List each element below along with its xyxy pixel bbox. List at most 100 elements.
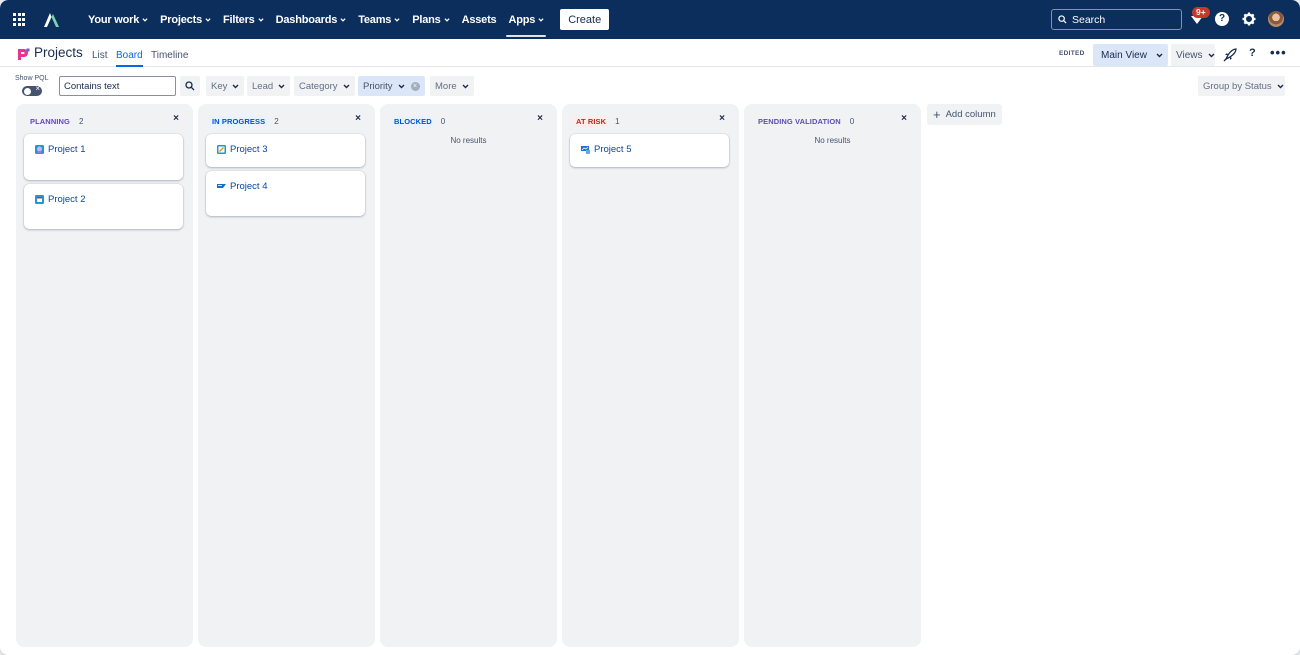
card-title-text[interactable]: Project 5 xyxy=(594,144,632,155)
board-column-blocked: BLOCKED 0 × No results xyxy=(380,104,557,647)
nav-item-apps[interactable]: Apps xyxy=(502,0,550,39)
column-header: BLOCKED 0 xyxy=(392,116,445,127)
projects-logo-icon xyxy=(18,48,30,60)
search-button[interactable] xyxy=(180,76,200,96)
tab-list[interactable]: List xyxy=(92,50,108,61)
nav-menu: Your work Projects Filters Dashboards Teams P… xyxy=(82,0,550,39)
nav-item-filters[interactable]: Filters xyxy=(217,0,270,39)
board-column-in-progress: IN PROGRESS 2 × Project 3 Project 4 xyxy=(198,104,375,647)
nav-item-dashboards[interactable]: Dashboards xyxy=(270,0,353,39)
chevron-down-icon xyxy=(340,17,346,22)
user-avatar[interactable] xyxy=(1268,11,1284,27)
edited-badge: EDITED xyxy=(1059,50,1085,57)
project-card[interactable]: Project 4 xyxy=(206,171,365,216)
column-status-lozenge: PLANNING xyxy=(28,116,72,127)
sap-icon xyxy=(217,184,226,188)
create-button[interactable]: Create xyxy=(560,9,610,30)
filter-key-dropdown[interactable]: Key xyxy=(206,76,245,96)
page-title: Projects xyxy=(34,45,83,60)
atlassian-logo-icon[interactable] xyxy=(42,11,60,29)
nav-item-plans[interactable]: Plans xyxy=(406,0,455,39)
more-options-icon[interactable]: ••• xyxy=(1270,45,1287,60)
card-title: Project 3 xyxy=(217,144,268,155)
filter-label: Category xyxy=(299,80,338,92)
group-by-label: Group by Status xyxy=(1203,80,1272,92)
notepad-icon xyxy=(217,145,226,154)
nav-item-label: Projects xyxy=(160,13,202,26)
views-dropdown[interactable]: Views xyxy=(1171,44,1215,66)
card-title: Project 1 xyxy=(35,144,86,155)
show-pql-label: Show PQL xyxy=(15,75,49,82)
card-title-text[interactable]: Project 2 xyxy=(48,194,86,205)
nav-item-label: Assets xyxy=(461,13,497,26)
add-column-label: Add column xyxy=(945,109,996,120)
rocket-icon[interactable] xyxy=(1223,48,1237,62)
help-icon[interactable]: ? xyxy=(1215,12,1229,26)
chevron-down-icon xyxy=(258,17,264,22)
app-switcher-icon[interactable] xyxy=(13,12,27,27)
filter-label: More xyxy=(435,80,457,92)
chart-doc-icon xyxy=(581,146,590,154)
chevron-down-icon xyxy=(462,84,469,88)
chevron-down-icon xyxy=(205,17,211,22)
close-column-icon[interactable]: × xyxy=(537,113,543,124)
card-title-text[interactable]: Project 1 xyxy=(48,144,86,155)
search-input[interactable]: Search xyxy=(1051,9,1182,30)
close-column-icon[interactable]: × xyxy=(173,113,179,124)
app-window: Your work Projects Filters Dashboards Teams P… xyxy=(0,0,1300,655)
filter-label: Lead xyxy=(252,80,274,92)
chevron-down-icon xyxy=(444,17,450,22)
contains-text-input[interactable] xyxy=(59,76,176,96)
chevron-down-icon xyxy=(398,84,405,88)
nav-item-label: Filters xyxy=(222,13,255,26)
filter-priority-dropdown[interactable]: Priority × xyxy=(358,76,425,96)
column-status-lozenge: BLOCKED xyxy=(392,116,434,127)
column-count: 2 xyxy=(274,117,279,126)
filter-category-dropdown[interactable]: Category xyxy=(294,76,355,96)
project-header: Projects List Board Timeline EDITED Main… xyxy=(0,39,1300,67)
project-card[interactable]: Project 5 xyxy=(570,134,729,167)
chevron-down-icon xyxy=(538,17,544,22)
column-status-lozenge: AT RISK xyxy=(574,116,609,127)
nav-item-label: Apps xyxy=(508,13,536,26)
board-column-at-risk: AT RISK 1 × Project 5 xyxy=(562,104,739,647)
nav-item-assets[interactable]: Assets xyxy=(456,0,503,39)
nav-item-projects[interactable]: Projects xyxy=(154,0,217,39)
clear-filter-icon[interactable]: × xyxy=(410,81,420,91)
card-title: Project 4 xyxy=(217,181,268,192)
close-column-icon[interactable]: × xyxy=(719,113,725,124)
column-header: PLANNING 2 xyxy=(28,116,83,127)
close-column-icon[interactable]: × xyxy=(901,113,907,124)
project-card[interactable]: Project 2 xyxy=(24,184,183,229)
tab-timeline[interactable]: Timeline xyxy=(151,50,188,61)
close-column-icon[interactable]: × xyxy=(355,113,361,124)
filter-more-dropdown[interactable]: More xyxy=(430,76,474,96)
column-header: AT RISK 1 xyxy=(574,116,620,127)
notification-badge: 9+ xyxy=(1192,7,1210,18)
nav-item-teams[interactable]: Teams xyxy=(352,0,406,39)
add-column-button[interactable]: + Add column xyxy=(927,104,1002,125)
chevron-down-icon xyxy=(278,84,285,88)
project-card[interactable]: Project 3 xyxy=(206,134,365,167)
help-icon[interactable]: ? xyxy=(1249,47,1256,59)
filter-lead-dropdown[interactable]: Lead xyxy=(247,76,291,96)
card-title-text[interactable]: Project 4 xyxy=(230,181,268,192)
chevron-down-icon xyxy=(1208,53,1214,57)
nav-item-your-work[interactable]: Your work xyxy=(82,0,154,39)
project-card[interactable]: Project 1 xyxy=(24,134,183,180)
no-results-text: No results xyxy=(814,136,851,145)
nav-item-label: Teams xyxy=(358,13,392,26)
box-icon xyxy=(35,195,44,204)
chevron-down-icon xyxy=(142,17,148,22)
filter-label: Key xyxy=(211,80,228,92)
chevron-down-icon xyxy=(1156,53,1163,57)
column-status-lozenge: IN PROGRESS xyxy=(210,116,268,127)
show-pql-toggle[interactable] xyxy=(22,84,42,96)
card-title-text[interactable]: Project 3 xyxy=(230,144,268,155)
chevron-down-icon xyxy=(394,17,400,22)
card-title: Project 2 xyxy=(35,194,86,205)
group-by-dropdown[interactable]: Group by Status xyxy=(1198,76,1285,96)
settings-gear-icon[interactable] xyxy=(1242,12,1256,26)
tab-board[interactable]: Board xyxy=(116,50,143,67)
main-view-dropdown[interactable]: Main View xyxy=(1093,44,1168,66)
